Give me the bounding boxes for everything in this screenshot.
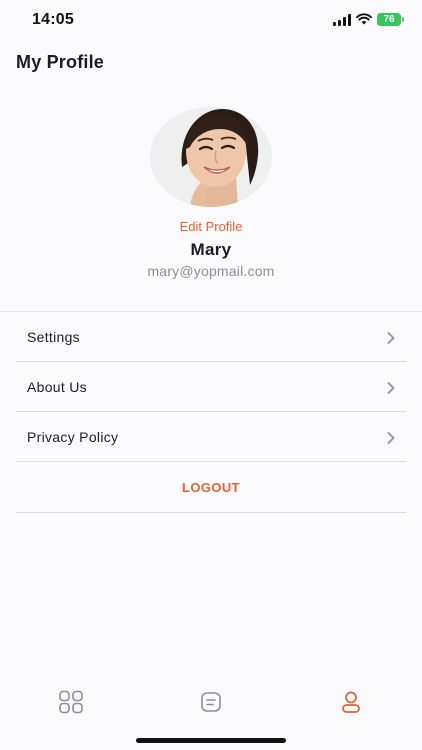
profile-screen: 14:05 76 My Profile Edit Profile Mary ma… <box>0 0 422 750</box>
signal-icon <box>333 14 351 26</box>
chevron-right-icon <box>387 432 395 444</box>
battery-icon: 76 <box>377 13 401 26</box>
logout-button[interactable]: LOGOUT <box>16 462 406 513</box>
list-icon <box>201 692 221 712</box>
grid-icon <box>59 690 83 714</box>
menu-item-label: About Us <box>27 379 87 395</box>
tab-list[interactable] <box>198 690 224 714</box>
home-indicator <box>136 738 286 743</box>
wifi-icon <box>356 13 372 25</box>
menu-item-settings[interactable]: Settings <box>16 312 406 362</box>
logout-label: LOGOUT <box>181 480 240 495</box>
chevron-right-icon <box>387 332 395 344</box>
tab-profile[interactable] <box>338 690 364 714</box>
menu-item-about-us[interactable]: About Us <box>16 362 406 412</box>
menu-item-privacy-policy[interactable]: Privacy Policy <box>16 412 406 462</box>
menu-item-label: Settings <box>27 329 80 345</box>
chevron-right-icon <box>387 382 395 394</box>
user-email: mary@yopmail.com <box>147 263 275 279</box>
profile-icon <box>342 691 360 713</box>
tab-home[interactable] <box>58 690 84 714</box>
menu-item-label: Privacy Policy <box>27 429 119 445</box>
battery-cap <box>402 17 404 22</box>
status-bar: 14:05 76 <box>0 0 422 44</box>
avatar <box>150 107 272 207</box>
status-time: 14:05 <box>32 11 74 28</box>
page-title: My Profile <box>16 52 105 72</box>
edit-profile-link[interactable]: Edit Profile <box>0 219 422 234</box>
user-name: Mary <box>190 240 232 259</box>
